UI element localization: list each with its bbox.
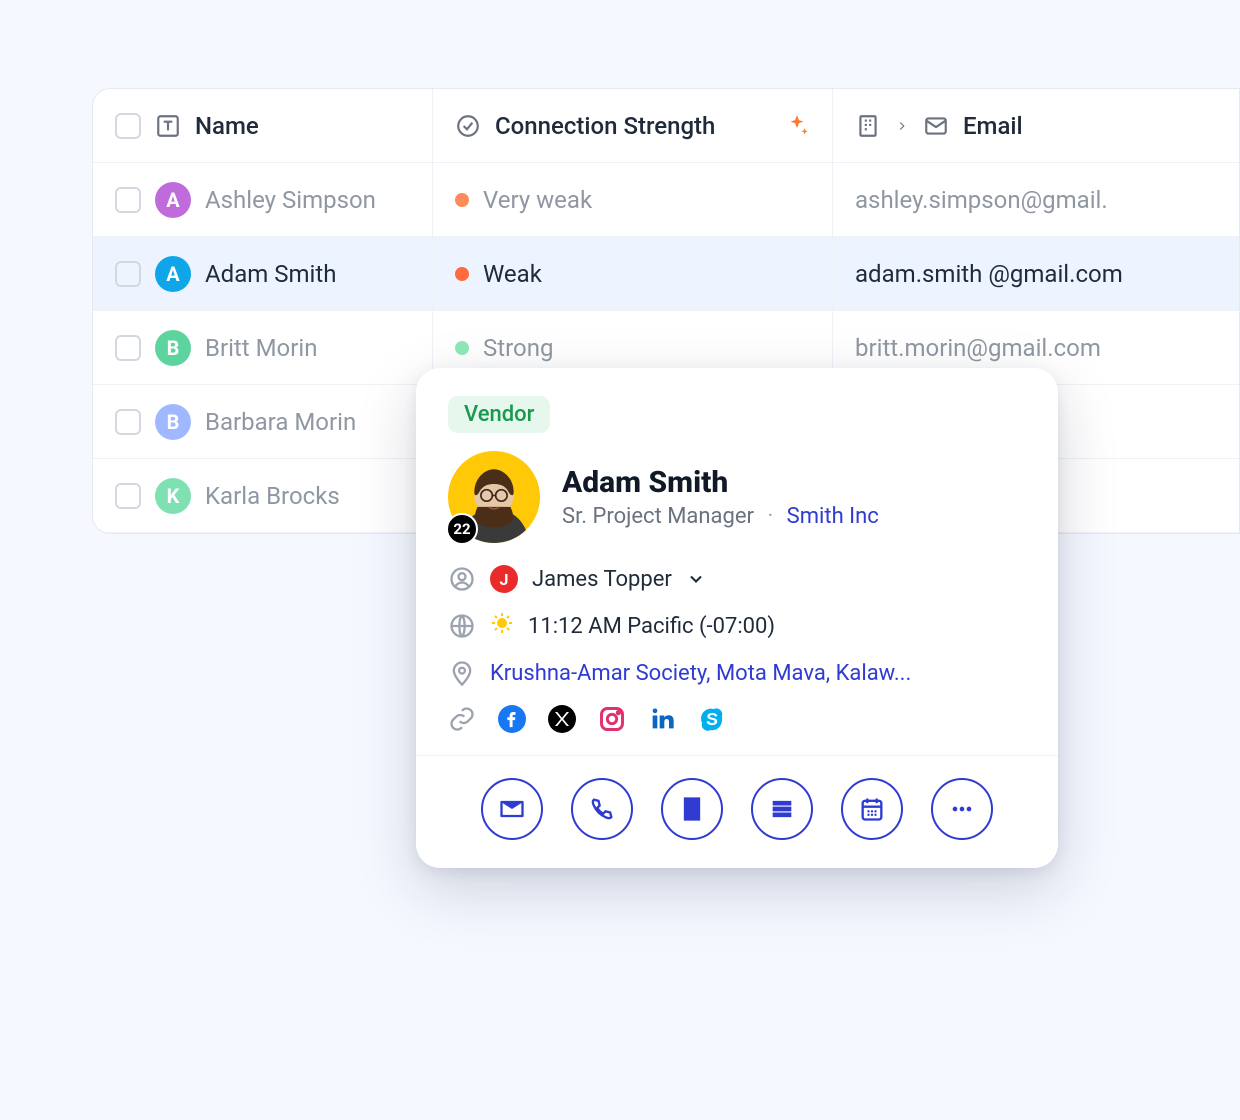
- sun-icon: [490, 611, 514, 641]
- col-strength: Connection Strength: [495, 112, 715, 140]
- avatar-badge: 22: [446, 513, 478, 545]
- col-email: Email: [963, 112, 1023, 140]
- time-row: 11:12 AM Pacific (-07:00): [448, 611, 1026, 641]
- x-icon[interactable]: [548, 705, 576, 733]
- owner-row[interactable]: J James Topper: [448, 565, 1026, 593]
- row-checkbox[interactable]: [115, 335, 141, 361]
- strength-dot: [455, 193, 469, 207]
- instagram-icon[interactable]: [598, 705, 626, 733]
- table-row[interactable]: A Ashley Simpson Very weak ashley.simpson@g…: [93, 163, 1239, 237]
- strength-column-icon: [455, 113, 481, 139]
- contact-card: Vendor: [416, 368, 1058, 868]
- row-name: Barbara Morin: [205, 408, 356, 436]
- sparkle-icon: [784, 113, 810, 139]
- local-time: 11:12 AM Pacific (-07:00): [528, 614, 775, 639]
- separator-dot: ·: [767, 504, 773, 529]
- action-inbox[interactable]: [751, 778, 813, 840]
- row-avatar: B: [155, 330, 191, 366]
- row-strength: Very weak: [483, 186, 592, 214]
- row-email: ashley.simpson@gmail.: [855, 186, 1108, 214]
- row-avatar: A: [155, 182, 191, 218]
- action-call[interactable]: [571, 778, 633, 840]
- action-more[interactable]: [931, 778, 993, 840]
- owner-name: James Topper: [532, 567, 672, 592]
- row-avatar: A: [155, 256, 191, 292]
- row-checkbox[interactable]: [115, 261, 141, 287]
- table-header: Name Connection Strength: [93, 89, 1239, 163]
- row-name: Britt Morin: [205, 334, 317, 362]
- row-avatar: B: [155, 404, 191, 440]
- select-all-checkbox[interactable]: [115, 113, 141, 139]
- row-avatar: K: [155, 478, 191, 514]
- pin-icon: [448, 659, 476, 687]
- chevron-right-icon: [895, 113, 909, 139]
- person-icon: [448, 565, 476, 593]
- action-email[interactable]: [481, 778, 543, 840]
- globe-icon: [448, 612, 476, 640]
- location-text: Krushna-Amar Society, Mota Mava, Kalaw..…: [490, 661, 911, 686]
- row-name: Karla Brocks: [205, 482, 340, 510]
- contact-title: Sr. Project Manager: [562, 504, 754, 529]
- row-email: adam.smith @gmail.com: [855, 260, 1123, 288]
- contact-name: Adam Smith: [562, 465, 879, 500]
- building-icon: [855, 113, 881, 139]
- avatar[interactable]: 22: [448, 451, 540, 543]
- chevron-down-icon: [686, 565, 706, 593]
- row-email: britt.morin@gmail.com: [855, 334, 1101, 362]
- linkedin-icon[interactable]: [648, 705, 676, 733]
- row-strength: Strong: [483, 334, 553, 362]
- table-row[interactable]: A Adam Smith Weak adam.smith @gmail.com: [93, 237, 1239, 311]
- owner-avatar: J: [490, 565, 518, 593]
- strength-dot: [455, 267, 469, 281]
- row-name: Adam Smith: [205, 260, 336, 288]
- facebook-icon[interactable]: [498, 705, 526, 733]
- tag-vendor[interactable]: Vendor: [448, 396, 550, 433]
- action-note[interactable]: [661, 778, 723, 840]
- col-name: Name: [195, 112, 259, 140]
- row-strength: Weak: [483, 260, 542, 288]
- skype-icon[interactable]: [698, 705, 726, 733]
- strength-dot: [455, 341, 469, 355]
- row-checkbox[interactable]: [115, 409, 141, 435]
- envelope-icon: [923, 113, 949, 139]
- company-link[interactable]: Smith Inc: [787, 504, 879, 529]
- action-calendar[interactable]: [841, 778, 903, 840]
- text-column-icon: [155, 113, 181, 139]
- location-row[interactable]: Krushna-Amar Society, Mota Mava, Kalaw..…: [448, 659, 1026, 687]
- action-bar: [416, 755, 1058, 868]
- row-name: Ashley Simpson: [205, 186, 376, 214]
- row-checkbox[interactable]: [115, 187, 141, 213]
- social-links: [448, 705, 1026, 733]
- link-icon: [448, 705, 476, 733]
- row-checkbox[interactable]: [115, 483, 141, 509]
